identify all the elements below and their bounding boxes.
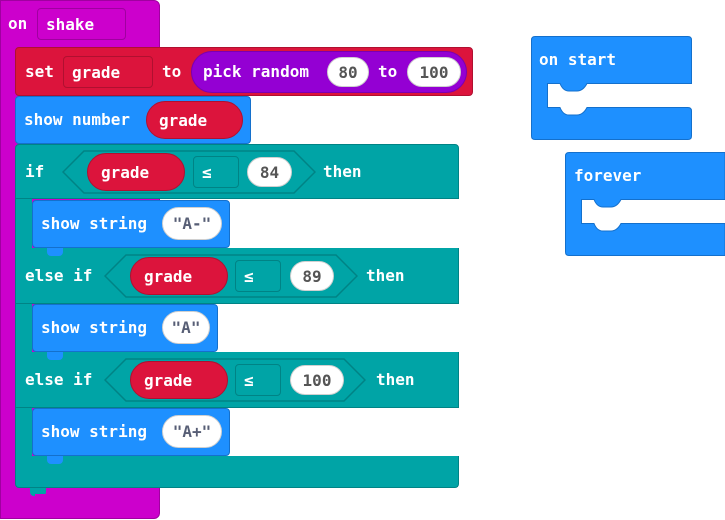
if-value-input[interactable]: 84 <box>247 157 292 187</box>
show-number-label: show number <box>24 110 130 129</box>
show-string-label-3: show string <box>41 422 147 441</box>
else-if-2-then-word: then <box>376 370 415 389</box>
else-if-keyword-2: else if <box>25 370 93 389</box>
string-input-a-plus[interactable]: "A+" <box>162 415 222 448</box>
show-string-label-2: show string <box>41 318 147 337</box>
else-if-1-operator-dropdown[interactable]: ≤ <box>235 260 281 292</box>
if-footer-segment <box>15 456 459 488</box>
shake-gesture-dropdown[interactable]: shake <box>37 8 126 40</box>
if-left-rail-3 <box>15 408 32 456</box>
if-left-rail-2 <box>15 304 32 352</box>
string-input-a[interactable]: "A" <box>162 311 210 344</box>
random-to-input[interactable]: 100 <box>407 57 461 87</box>
show-string-notch-2 <box>47 352 63 360</box>
variable-dropdown-grade[interactable]: grade <box>63 56 153 88</box>
if-operator-dropdown[interactable]: ≤ <box>193 156 239 188</box>
pick-random-label: pick random <box>203 62 309 81</box>
string-input-a-minus[interactable]: "A-" <box>162 207 222 240</box>
if-left-rail-1 <box>15 199 32 249</box>
if-keyword: if <box>25 162 45 181</box>
on-start-label: on start <box>539 50 617 69</box>
forever-label: forever <box>574 166 642 185</box>
show-string-notch-1 <box>47 248 63 256</box>
on-shake-keyword: on <box>8 14 28 33</box>
else-if-1-value-input[interactable]: 89 <box>290 261 334 291</box>
if-grade-reporter[interactable]: grade <box>87 153 185 191</box>
else-if-2-value-input[interactable]: 100 <box>290 365 344 395</box>
show-string-notch-3 <box>47 456 63 464</box>
set-to-word: to <box>162 62 182 81</box>
else-if-1-grade-reporter[interactable]: grade <box>130 257 228 295</box>
else-if-1-then-word: then <box>366 266 405 285</box>
set-keyword: set <box>25 62 54 81</box>
else-if-2-grade-reporter[interactable]: grade <box>130 361 228 399</box>
random-from-input[interactable]: 80 <box>327 57 369 87</box>
if-then-word: then <box>323 162 362 181</box>
show-number-grade-reporter[interactable]: grade <box>146 101 243 139</box>
on-shake-bottom-notch <box>35 494 53 502</box>
else-if-2-operator-dropdown[interactable]: ≤ <box>235 364 281 396</box>
else-if-keyword-1: else if <box>25 266 93 285</box>
random-to-word: to <box>378 62 398 81</box>
show-string-label-1: show string <box>41 214 147 233</box>
